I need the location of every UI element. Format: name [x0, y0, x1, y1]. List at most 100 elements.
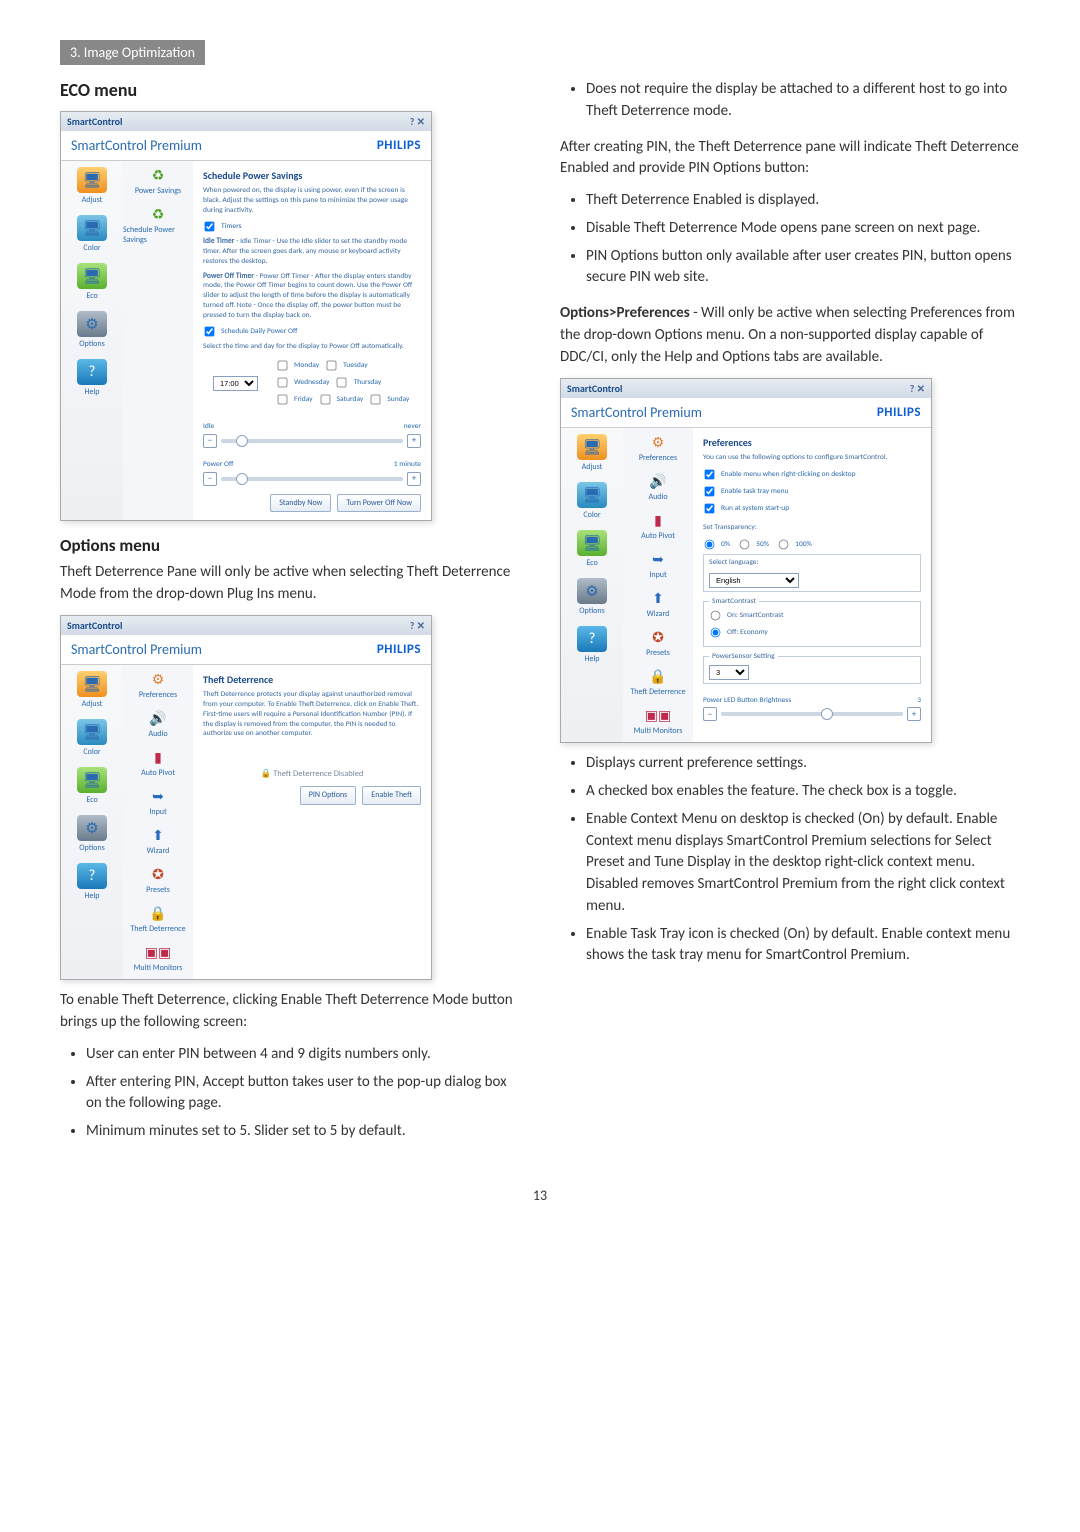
cb-run-startup[interactable]: Run at system start-up [703, 502, 789, 515]
day-friday[interactable]: Friday [276, 393, 313, 406]
sub-wizard[interactable]: ⬆Wizard [647, 590, 670, 619]
sidebar-label: Color [583, 510, 600, 520]
presets-icon: ✪ [152, 866, 164, 883]
plus-button[interactable]: + [907, 707, 921, 721]
sub-presets[interactable]: ✪Presets [146, 866, 170, 895]
sidebar-item-options[interactable]: ⚙Options [77, 311, 107, 349]
sub-label: Wizard [147, 846, 170, 856]
standby-now-button[interactable]: Standby Now [270, 494, 331, 512]
slider-track[interactable] [221, 477, 403, 481]
slider-knob[interactable] [821, 708, 833, 720]
day-wednesday[interactable]: Wednesday [276, 376, 329, 389]
sidebar-item-color[interactable]: 🖥Color [577, 482, 607, 520]
language-select[interactable]: English [709, 573, 799, 588]
timers-checkbox[interactable]: Timers [203, 220, 242, 233]
sidebar-item-options[interactable]: ⚙Options [577, 578, 607, 616]
sub-label: Audio [648, 492, 667, 502]
sub-input[interactable]: ➥Input [649, 551, 666, 580]
powersensor-select[interactable]: 3 [709, 665, 749, 680]
sub-preferences[interactable]: ⚙Preferences [639, 434, 677, 463]
slider-knob[interactable] [236, 435, 248, 447]
pin-options-button[interactable]: PIN Options [300, 786, 357, 804]
pivot-icon: ▮ [154, 749, 162, 766]
day-thursday[interactable]: Thursday [335, 376, 381, 389]
eco-icon: 🖥 [77, 263, 107, 289]
slider-track[interactable] [721, 712, 903, 716]
titlebar: SmartControl ? ✕ [561, 379, 931, 398]
sub-presets[interactable]: ✪Presets [646, 629, 670, 658]
sub-multi-monitors[interactable]: ▣▣Multi Monitors [134, 944, 183, 973]
sidebar-item-color[interactable]: 🖥Color [77, 215, 107, 253]
sidebar-item-color[interactable]: 🖥Color [77, 719, 107, 757]
window-controls[interactable]: ? ✕ [410, 115, 425, 128]
sidebar-item-help[interactable]: ?Help [77, 359, 107, 397]
sidebar-label: Color [83, 747, 100, 757]
sidebar-label: Adjust [82, 195, 103, 205]
trans-0[interactable]: 0% [703, 538, 730, 551]
sub-auto-pivot[interactable]: ▮Auto Pivot [141, 749, 175, 778]
sub-item-power-savings[interactable]: ♻Power Savings [135, 167, 181, 196]
sub-theft-deterrence[interactable]: 🔒Theft Deterrence [630, 668, 685, 697]
window-controls[interactable]: ? ✕ [910, 382, 925, 395]
sub-multi-monitors[interactable]: ▣▣Multi Monitors [634, 707, 683, 736]
idle-slider[interactable]: −+ [203, 434, 421, 448]
list-item: Displays current preference settings. [586, 753, 1020, 775]
led-slider[interactable]: −+ [703, 707, 921, 721]
sc-on[interactable]: On: SmartContrast [709, 609, 784, 622]
day-tuesday[interactable]: Tuesday [325, 359, 368, 372]
sub-preferences[interactable]: ⚙Preferences [139, 671, 177, 700]
trans-50[interactable]: 50% [738, 538, 769, 551]
sub-theft-deterrence[interactable]: 🔒Theft Deterrence [130, 905, 185, 934]
sub-auto-pivot[interactable]: ▮Auto Pivot [641, 512, 675, 541]
sidebar-item-eco[interactable]: 🖥Eco [77, 767, 107, 805]
sub-audio[interactable]: 🔊Audio [648, 473, 667, 502]
sidebar-item-help[interactable]: ?Help [577, 626, 607, 664]
minus-button[interactable]: − [703, 707, 717, 721]
plus-button[interactable]: + [407, 434, 421, 448]
sidebar-item-adjust[interactable]: 🖥Adjust [77, 167, 107, 205]
minus-button[interactable]: − [203, 434, 217, 448]
checkbox[interactable] [205, 327, 215, 337]
help-icon: ? [577, 626, 607, 652]
slider-knob[interactable] [236, 473, 248, 485]
power-off-now-button[interactable]: Turn Power Off Now [337, 494, 421, 512]
sc-off[interactable]: Off: Economy [709, 626, 768, 639]
checkbox[interactable] [205, 222, 215, 232]
schedule-checkbox[interactable]: Schedule Daily Power Off [203, 325, 297, 338]
sidebar-item-help[interactable]: ?Help [77, 863, 107, 901]
sub-item-schedule[interactable]: ♻Schedule Power Savings [123, 206, 193, 245]
plus-button[interactable]: + [407, 472, 421, 486]
sidebar-label: Adjust [82, 699, 103, 709]
enable-theft-button[interactable]: Enable Theft [362, 786, 421, 804]
sidebar-label: Eco [586, 558, 597, 568]
sidebar-item-options[interactable]: ⚙Options [77, 815, 107, 853]
sidebar-item-eco[interactable]: 🖥Eco [77, 263, 107, 301]
sub-label: Power Savings [135, 186, 181, 196]
sidebar-item-adjust[interactable]: 🖥Adjust [577, 434, 607, 472]
cb-context-menu[interactable]: Enable menu when right-clicking on deskt… [703, 468, 856, 481]
trans-100[interactable]: 100% [777, 538, 812, 551]
time-select[interactable]: 17:00 [213, 376, 258, 391]
sidebar-item-adjust[interactable]: 🖥Adjust [77, 671, 107, 709]
day-saturday[interactable]: Saturday [319, 393, 364, 406]
speaker-icon: 🔊 [149, 710, 166, 727]
list-item: PIN Options button only available after … [586, 246, 1020, 290]
product-name: SmartControl Premium [571, 404, 702, 421]
titlebar: SmartControl ? ✕ [61, 112, 431, 131]
window-controls[interactable]: ? ✕ [410, 619, 425, 632]
input-icon: ➥ [152, 788, 164, 805]
sidebar-item-eco[interactable]: 🖥Eco [577, 530, 607, 568]
sub-audio[interactable]: 🔊Audio [148, 710, 167, 739]
slider-track[interactable] [221, 439, 403, 443]
idle-value: never [404, 422, 421, 432]
day-sunday[interactable]: Sunday [369, 393, 409, 406]
cb-task-tray[interactable]: Enable task tray menu [703, 485, 788, 498]
sub-wizard[interactable]: ⬆Wizard [147, 827, 170, 856]
pin-bullets: Theft Deterrence Enabled is displayed. D… [560, 190, 1020, 289]
enable-para: To enable Theft Deterrence, clicking Ena… [60, 990, 520, 1034]
pwroff-slider[interactable]: −+ [203, 472, 421, 486]
day-monday[interactable]: Monday [276, 359, 319, 372]
page-number: 13 [60, 1187, 1020, 1204]
sub-input[interactable]: ➥Input [149, 788, 166, 817]
minus-button[interactable]: − [203, 472, 217, 486]
